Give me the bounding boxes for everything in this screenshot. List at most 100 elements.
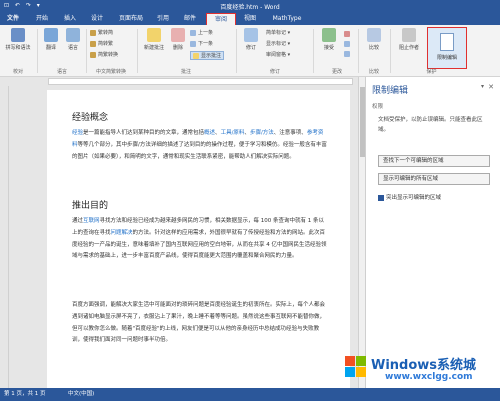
- vertical-scrollbar[interactable]: [358, 77, 365, 388]
- ribbon: 拼写和语法 校对 翻译 语言 语言 繁转简 简转繁 简繁转换 中文简繁转换 新建…: [0, 25, 500, 77]
- watermark-url: www.wxclgg.com: [385, 372, 473, 382]
- pane-section-title: 权限: [372, 104, 384, 110]
- divider: [236, 29, 237, 73]
- track-changes-icon: [244, 28, 258, 42]
- group-label-tracking: 修订: [269, 69, 280, 75]
- divider: [137, 29, 138, 73]
- tab-layout[interactable]: 页面布局: [115, 13, 147, 25]
- translate-icon: [44, 28, 58, 42]
- divider: [358, 29, 359, 73]
- window-title: 百度经验.htm - Word: [220, 4, 280, 11]
- spelling-button[interactable]: 拼写和语法: [3, 28, 33, 51]
- group-label-comments: 批注: [180, 69, 191, 75]
- track-changes-button[interactable]: 修订: [240, 28, 262, 51]
- tab-view[interactable]: 视图: [240, 13, 260, 25]
- link-solve[interactable]: 问题解决: [111, 230, 133, 236]
- find-next-region-button[interactable]: 查找下一个可编辑的区域: [378, 155, 490, 167]
- tab-file[interactable]: 文件: [2, 13, 24, 25]
- checkbox-checked-icon: [378, 194, 384, 201]
- s2t-icon: [90, 40, 96, 47]
- page-count[interactable]: 第 1 页，共 1 页: [4, 388, 46, 401]
- review-pane-button[interactable]: 审阅窗格 ▾: [266, 51, 290, 58]
- group-label-protect: 保护: [426, 69, 437, 75]
- next-change-button[interactable]: [344, 51, 352, 58]
- windows-logo-icon: [345, 356, 367, 378]
- pane-description: 文档受保护，以防止误编辑。只能查看此区域。: [378, 117, 483, 133]
- close-icon[interactable]: ✕: [488, 83, 494, 91]
- arrow-down-icon: [344, 51, 350, 57]
- next-comment-button[interactable]: 下一条: [190, 40, 213, 47]
- link-tools[interactable]: 工具/原料: [221, 130, 245, 136]
- new-comment-button[interactable]: 新建批注: [141, 28, 167, 51]
- block-authors-button[interactable]: 阻止作者: [394, 28, 424, 51]
- show-all-regions-button[interactable]: 显示可编辑的所有区域: [378, 173, 490, 185]
- group-label-chinese: 中文简繁转换: [95, 69, 126, 75]
- horizontal-ruler: [0, 77, 358, 86]
- tab-mathtype[interactable]: MathType: [267, 13, 307, 25]
- compare-icon: [367, 28, 381, 42]
- heading-purpose: 推出目的: [72, 201, 109, 211]
- tab-references[interactable]: 引用: [153, 13, 173, 25]
- language-status[interactable]: 中文(中国): [68, 388, 94, 401]
- delete-comment-button[interactable]: 删除: [169, 28, 187, 51]
- link-steps[interactable]: 步骤/方法: [250, 130, 274, 136]
- arrow-up-icon: [344, 41, 350, 47]
- block-authors-icon: [402, 28, 416, 42]
- show-comments-button[interactable]: 显示批注: [190, 51, 225, 60]
- link-jingyan[interactable]: 经验: [72, 130, 83, 136]
- translate-button[interactable]: 翻译: [41, 28, 61, 51]
- prev-change-button[interactable]: [344, 41, 352, 48]
- markup-select[interactable]: 简单标记 ▾: [266, 29, 290, 36]
- show-markup-button[interactable]: 显示标记 ▾: [266, 40, 290, 47]
- t2s-icon: [90, 29, 96, 36]
- tab-review[interactable]: 审阅: [206, 13, 236, 25]
- reject-icon: [344, 31, 350, 37]
- restrict-editing-pane: 限制编辑 ▾ ✕ 权限 文档受保护，以防止误编辑。只能查看此区域。 查找下一个可…: [365, 77, 500, 388]
- tab-mailings[interactable]: 邮件: [180, 13, 200, 25]
- divider: [313, 29, 314, 73]
- show-comments-icon: [193, 52, 199, 59]
- t2s-button[interactable]: 繁转简: [90, 29, 113, 36]
- tab-home[interactable]: 开始: [32, 13, 52, 25]
- document-area: 经验概念 经验是一篇能指导人们达到某种目的的文章，通常包括概述、工具/原料、步骤…: [9, 86, 358, 388]
- restrict-editing-button[interactable]: 限制编辑: [427, 27, 467, 69]
- prev-comment-button[interactable]: 上一条: [190, 29, 213, 36]
- divider: [86, 29, 87, 73]
- accept-icon: [322, 28, 336, 42]
- new-comment-icon: [147, 28, 161, 42]
- paragraph-purpose: 通过互联网寻找方法和经验已经成为越来越多网民的习惯，相关数据显示，每 100 条…: [72, 218, 327, 260]
- document-page[interactable]: 经验概念 经验是一篇能指导人们达到某种目的的文章，通常包括概述、工具/原料、步骤…: [47, 90, 350, 388]
- paragraph-baidu: 百度方面强调，能解决大家生活中可能面对的琐碎问题是百度经验诞生的初衷所在。实际上…: [72, 302, 326, 344]
- watermark-title: Windows系统城: [371, 358, 477, 373]
- restrict-doc-icon: [440, 33, 454, 51]
- delete-comment-icon: [171, 28, 185, 42]
- convert-button[interactable]: 简繁转换: [90, 51, 118, 58]
- language-button[interactable]: 语言: [63, 28, 83, 51]
- group-label-compare: 比较: [368, 69, 379, 75]
- vertical-ruler: [0, 86, 9, 388]
- reject-button[interactable]: [344, 31, 352, 38]
- heading-concept: 经验概念: [72, 113, 109, 123]
- divider: [390, 29, 391, 73]
- tab-insert[interactable]: 插入: [60, 13, 80, 25]
- group-label-language: 语言: [56, 69, 67, 75]
- arrow-down-icon: [190, 40, 196, 47]
- highlight-regions-checkbox[interactable]: 突出显示可编辑的区域: [378, 193, 441, 201]
- compare-button[interactable]: 比较: [362, 28, 386, 51]
- group-label-proofing: 校对: [12, 69, 23, 75]
- link-overview[interactable]: 概述: [204, 130, 215, 136]
- ruler-strip: [48, 78, 353, 85]
- arrow-up-icon: [190, 29, 196, 36]
- s2t-button[interactable]: 简转繁: [90, 40, 113, 47]
- accept-button[interactable]: 接受: [317, 28, 341, 51]
- paragraph-concept: 经验是一篇能指导人们达到某种目的的文章，通常包括概述、工具/原料、步骤/方法、注…: [72, 130, 327, 160]
- globe-icon: [66, 28, 80, 42]
- divider: [37, 29, 38, 73]
- link-internet[interactable]: 互联网: [83, 218, 100, 224]
- status-bar: 第 1 页，共 1 页 中文(中国): [0, 388, 500, 401]
- pane-title: 限制编辑: [372, 86, 409, 96]
- pane-options-icon[interactable]: ▾: [481, 83, 484, 90]
- tab-design[interactable]: 设计: [87, 13, 107, 25]
- ribbon-tabs: 文件 开始 插入 设计 页面布局 引用 邮件 审阅 视图 MathType: [0, 12, 500, 25]
- group-label-changes: 更改: [331, 69, 342, 75]
